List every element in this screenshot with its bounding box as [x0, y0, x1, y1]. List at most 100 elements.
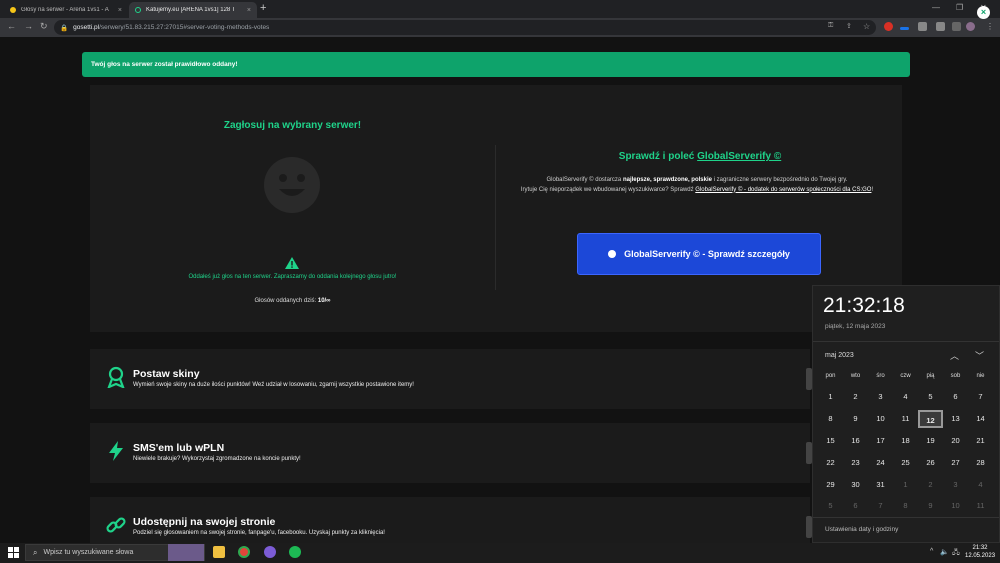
calendar-day[interactable]: 6 [843, 497, 868, 515]
calendar-day[interactable]: 7 [868, 497, 893, 515]
puzzle-icon[interactable] [918, 22, 927, 31]
messenger-icon[interactable] [264, 546, 276, 558]
calendar-day[interactable]: 4 [893, 388, 918, 406]
weekday-label: wto [850, 373, 861, 379]
calendar-day[interactable]: 26 [918, 454, 943, 472]
spotify-icon[interactable] [289, 546, 301, 558]
windows-start-icon[interactable] [8, 547, 19, 558]
globalserverify-button[interactable]: GlobalServerify © - Sprawdź szczegóły [577, 233, 821, 275]
calendar-day[interactable]: 23 [843, 454, 868, 472]
calendar-day[interactable]: 1 [818, 388, 843, 406]
weekday-label: nie [976, 373, 985, 379]
calendar-day[interactable]: 18 [893, 432, 918, 450]
menu-icon[interactable]: ⋮ [986, 22, 995, 31]
star-icon[interactable]: ☆ [863, 22, 872, 31]
close-icon[interactable]: × [247, 7, 251, 14]
reload-icon[interactable]: ↻ [40, 21, 48, 32]
chevron-up-icon[interactable]: ^ [930, 548, 933, 555]
extension-icon[interactable] [900, 27, 909, 30]
sidebar-icon[interactable] [952, 22, 961, 31]
calendar-day[interactable]: 3 [943, 476, 968, 494]
calendar-day[interactable]: 11 [893, 410, 918, 428]
file-explorer-icon[interactable] [213, 546, 225, 558]
calendar-day[interactable]: 8 [818, 410, 843, 428]
site-favicon-icon [10, 7, 16, 13]
close-icon[interactable]: × [118, 7, 122, 14]
desc-text: i zagraniczne serwery bezpośrednio do Tw… [713, 177, 848, 183]
toast-message: Twój głos na serwer został prawidłowo od… [91, 61, 238, 68]
back-icon[interactable]: ← [7, 21, 16, 31]
address-bar[interactable]: 🔒 gosetti.pl/serwery/51.83.215.27:27015#… [54, 20, 876, 35]
calendar-day[interactable]: 15 [818, 432, 843, 450]
calendar-day[interactable]: 6 [943, 388, 968, 406]
network-icon[interactable]: 🖧 [952, 548, 960, 559]
volume-icon[interactable]: 🔈 [940, 548, 949, 556]
forward-icon[interactable]: → [24, 21, 33, 31]
search-placeholder: Wpisz tu wyszukiwane słowa [43, 549, 134, 556]
calendar-day[interactable]: 25 [893, 454, 918, 472]
new-tab-button[interactable]: + [260, 2, 266, 14]
calendar-day[interactable]: 2 [918, 476, 943, 494]
key-icon[interactable]: ⚿ [828, 22, 837, 31]
calendar-day[interactable]: 30 [843, 476, 868, 494]
tab-glosy[interactable]: Głosy na serwer - Arena 1vs1 - A × [4, 2, 128, 18]
calendar-day[interactable]: 29 [818, 476, 843, 494]
calendar-day[interactable]: 9 [843, 410, 868, 428]
radio-dot-icon [608, 250, 617, 258]
taskbar-clock[interactable]: 21:32 12.05.2023 [965, 545, 995, 560]
calendar-day[interactable]: 9 [918, 497, 943, 515]
calendar-day[interactable]: 10 [868, 410, 893, 428]
clock-date[interactable]: piątek, 12 maja 2023 [825, 323, 885, 330]
chevron-up-icon[interactable]: ︿ [950, 349, 959, 362]
url-path: /serwery/51.83.215.27:27015#server-votin… [99, 24, 270, 31]
calendar-day[interactable]: 16 [843, 432, 868, 450]
calendar-day[interactable]: 28 [968, 454, 993, 472]
toast-close-button[interactable]: × [977, 6, 990, 19]
calendar-day[interactable]: 3 [868, 388, 893, 406]
desc-bold: najlepsze, sprawdzone, polskie [622, 177, 712, 183]
restore-icon[interactable]: ❐ [956, 3, 963, 12]
list-icon[interactable] [936, 22, 945, 31]
calendar-day[interactable]: 4 [968, 476, 993, 494]
calendar-day[interactable]: 12 [918, 410, 943, 428]
calendar-day[interactable]: 11 [968, 497, 993, 515]
chevron-down-icon[interactable]: ﹀ [975, 349, 984, 362]
calendar-day[interactable]: 22 [818, 454, 843, 472]
calendar-day[interactable]: 20 [943, 432, 968, 450]
calendar-day[interactable]: 8 [893, 497, 918, 515]
calendar-day[interactable]: 5 [818, 497, 843, 515]
calendar-month[interactable]: maj 2023 [825, 352, 854, 359]
share-icon[interactable]: ⇪ [846, 22, 855, 31]
card-title: Udostępnij na swojej stronie [133, 516, 276, 528]
calendar-day[interactable]: 14 [968, 410, 993, 428]
calendar-day[interactable]: 10 [943, 497, 968, 515]
card-title: SMS'em lub wPLN [133, 442, 225, 454]
url-host: gosetti.pl [73, 24, 100, 31]
weekday-label: pią [926, 373, 935, 379]
votes-today: Głosów oddanych dziś: 10/∞ [200, 298, 385, 304]
desc-text: GlobalServerify © dostarcza [546, 177, 622, 183]
calendar-day[interactable]: 24 [868, 454, 893, 472]
addon-link[interactable]: GlobalServerify © - dodatek do serwerów … [695, 187, 871, 193]
extension-icon[interactable] [884, 22, 893, 31]
weekday-label: sob [950, 373, 961, 379]
calendar-day[interactable]: 5 [918, 388, 943, 406]
globalserverify-title: Sprawdź i poleć GlobalServerify © [560, 151, 840, 162]
date-time-settings-link[interactable]: Ustawienia daty i godziny [825, 526, 898, 533]
weekday-label: czw [900, 373, 911, 379]
calendar-day[interactable]: 31 [868, 476, 893, 494]
calendar-day[interactable]: 13 [943, 410, 968, 428]
smiley-icon [264, 157, 320, 213]
avatar[interactable] [966, 22, 975, 31]
calendar-day[interactable]: 7 [968, 388, 993, 406]
chrome-icon[interactable] [238, 546, 250, 558]
calendar-day[interactable]: 1 [893, 476, 918, 494]
calendar-day[interactable]: 17 [868, 432, 893, 450]
calendar-day[interactable]: 21 [968, 432, 993, 450]
calendar-day[interactable]: 27 [943, 454, 968, 472]
globalserverify-link[interactable]: GlobalServerify © [697, 151, 781, 162]
calendar-day[interactable]: 2 [843, 388, 868, 406]
calendar-day[interactable]: 19 [918, 432, 943, 450]
tab-katujemy[interactable]: Katujemy.eu [ARENA 1vs1] 128 T × [129, 2, 257, 18]
minimize-icon[interactable]: — [932, 3, 940, 12]
